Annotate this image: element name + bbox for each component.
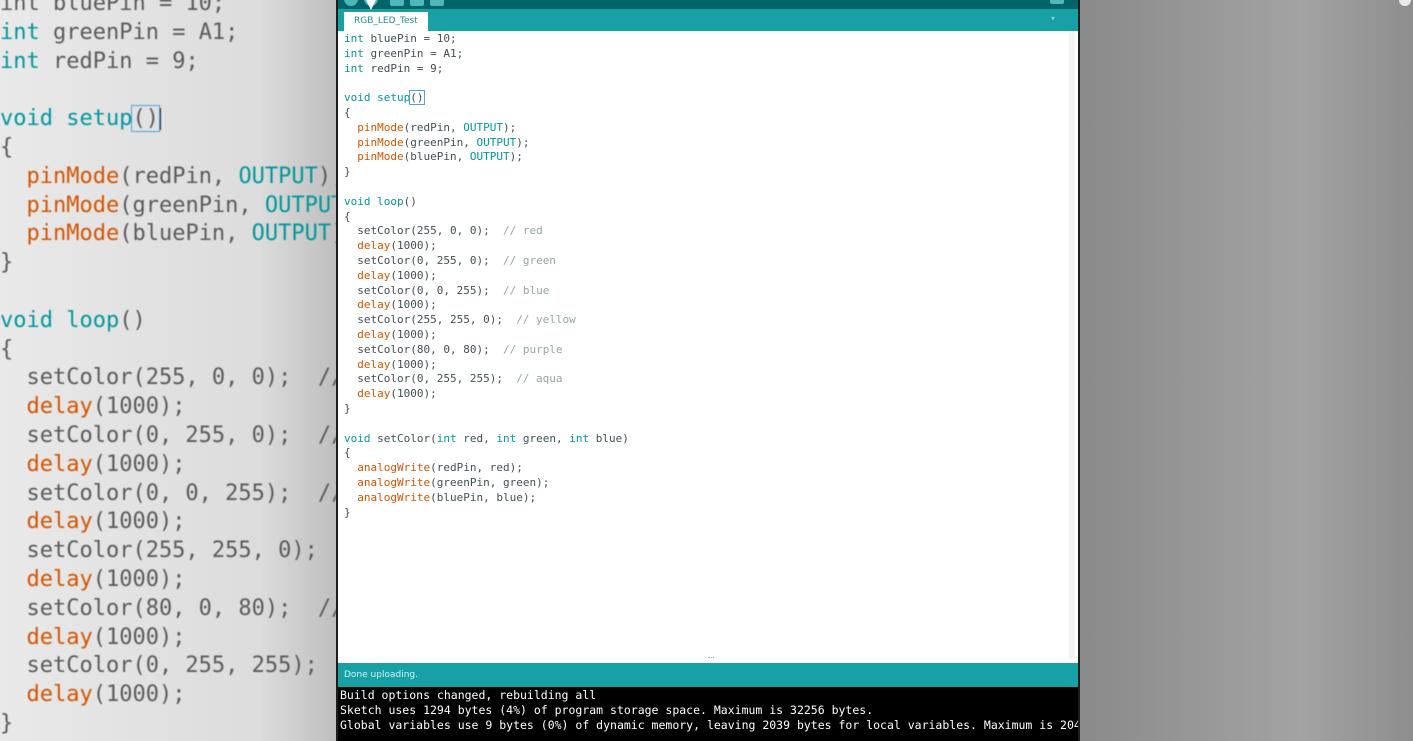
bg-code-line: void loop() [0, 307, 146, 333]
bg-code-line: setColor(0, 255, 0); // [0, 422, 336, 448]
bg-code-line: delay(1000); [26, 394, 186, 420]
bg-code-line: pinMode(bluePin, OUTPUT) [26, 221, 337, 247]
code-line: void setColor(int red, int green, int bl… [344, 431, 629, 445]
mouse-pointer-icon [366, 0, 376, 10]
console-line: Build options changed, rebuilding all [340, 688, 597, 702]
bg-code-line: pinMode(greenPin, OUTPUT [26, 192, 337, 218]
bg-code-line: { [0, 336, 14, 362]
code-line: } [344, 401, 351, 415]
output-console[interactable]: Build options changed, rebuilding all Sk… [338, 687, 1078, 741]
bg-code-line: } [0, 710, 14, 736]
code-line: delay(1000); [357, 298, 437, 312]
bg-code-line: setColor(0, 0, 255); // [0, 480, 336, 506]
code-line: int greenPin = A1; [344, 46, 464, 60]
open-button[interactable] [410, 0, 424, 6]
bg-code-line: int redPin = 9; [0, 48, 199, 74]
code-line: void setup() [344, 90, 425, 106]
bg-code-line: delay(1000); [26, 624, 186, 650]
code-line: void loop() [344, 194, 417, 208]
status-message: Done uploading. [344, 670, 418, 680]
screen: int bluePin = 10; int greenPin = A1; int… [0, 0, 1413, 741]
bg-code-line: void setup() [0, 105, 161, 133]
bg-code-line: delay(1000); [26, 509, 186, 535]
serial-monitor-button[interactable] [1050, 0, 1064, 4]
code-line: { [344, 209, 351, 223]
code-line: delay(1000); [357, 239, 437, 253]
code-line: pinMode(greenPin, OUTPUT); [357, 135, 530, 149]
code-line: delay(1000); [357, 357, 437, 371]
tab-bar: RGB_LED_Test ▾ [338, 9, 1078, 31]
code-line: pinMode(bluePin, OUTPUT); [357, 150, 523, 164]
save-button[interactable] [430, 0, 444, 6]
code-line: delay(1000); [357, 387, 437, 401]
bg-code-line: setColor(80, 0, 80); // [0, 595, 336, 621]
status-bar: Done uploading. [338, 663, 1078, 687]
corner-circle-icon [1399, 0, 1411, 6]
bg-code-line: { [0, 134, 14, 160]
code-line: } [344, 505, 351, 519]
console-line: Global variables use 9 bytes (0%) of dyn… [340, 718, 1078, 732]
bg-code-line [0, 76, 336, 105]
bg-code-line: setColor(0, 255, 255); [0, 653, 318, 679]
tab-sketch[interactable]: RGB_LED_Test [344, 12, 428, 31]
code-text[interactable]: int bluePin = 10; int greenPin = A1; int… [344, 32, 629, 520]
code-editor[interactable]: int bluePin = 10; int greenPin = A1; int… [338, 31, 1078, 663]
code-line: int redPin = 9; [344, 61, 444, 75]
code-line: analogWrite(greenPin, green); [357, 475, 550, 489]
bg-code-line: delay(1000); [26, 566, 186, 592]
code-line: setColor(0, 255, 0); // green [344, 253, 556, 267]
bg-code-line: setColor(255, 255, 0); [0, 538, 318, 564]
code-line: setColor(255, 0, 0); // red [344, 224, 543, 238]
code-line: setColor(80, 0, 80); // purple [344, 342, 563, 356]
text-caret [423, 92, 425, 105]
code-line: } [344, 165, 351, 179]
code-line: setColor(0, 0, 255); // blue [344, 283, 550, 297]
bg-code-line: pinMode(redPin, OUTPUT); [26, 163, 337, 189]
verify-button[interactable] [344, 0, 358, 6]
code-line: setColor(255, 255, 0); // yellow [344, 313, 576, 327]
new-button[interactable] [390, 0, 404, 6]
background-code-zoom: int bluePin = 10; int greenPin = A1; int… [0, 0, 336, 741]
bg-code-line: delay(1000); [26, 451, 186, 477]
code-line: analogWrite(bluePin, blue); [357, 490, 537, 504]
bg-code-line: setColor(255, 0, 0); // [0, 365, 336, 391]
code-line: delay(1000); [357, 268, 437, 282]
bg-code-line: } [0, 250, 14, 276]
code-line: setColor(0, 255, 255); // aqua [344, 372, 563, 386]
toolbar [338, 0, 1078, 9]
code-line: pinMode(redPin, OUTPUT); [357, 120, 517, 134]
code-line: int bluePin = 10; [344, 32, 457, 45]
pane-resize-handle[interactable] [708, 657, 714, 661]
code-line: { [344, 446, 351, 460]
code-line: delay(1000); [357, 327, 437, 341]
arduino-ide-window: RGB_LED_Test ▾ int bluePin = 10; int gre… [336, 0, 1080, 741]
bg-code-line [0, 278, 336, 307]
tab-menu-icon[interactable]: ▾ [1046, 13, 1060, 25]
bg-code-line: int bluePin = 10; [0, 0, 226, 16]
code-line: { [344, 105, 351, 119]
console-line: Sketch uses 1294 bytes (4%) of program s… [340, 703, 874, 717]
editor-scrollbar[interactable] [1069, 31, 1075, 659]
code-line: analogWrite(redPin, red); [357, 461, 523, 475]
bg-code-line: delay(1000); [26, 682, 186, 708]
bg-code-line: int greenPin = A1; [0, 19, 239, 45]
